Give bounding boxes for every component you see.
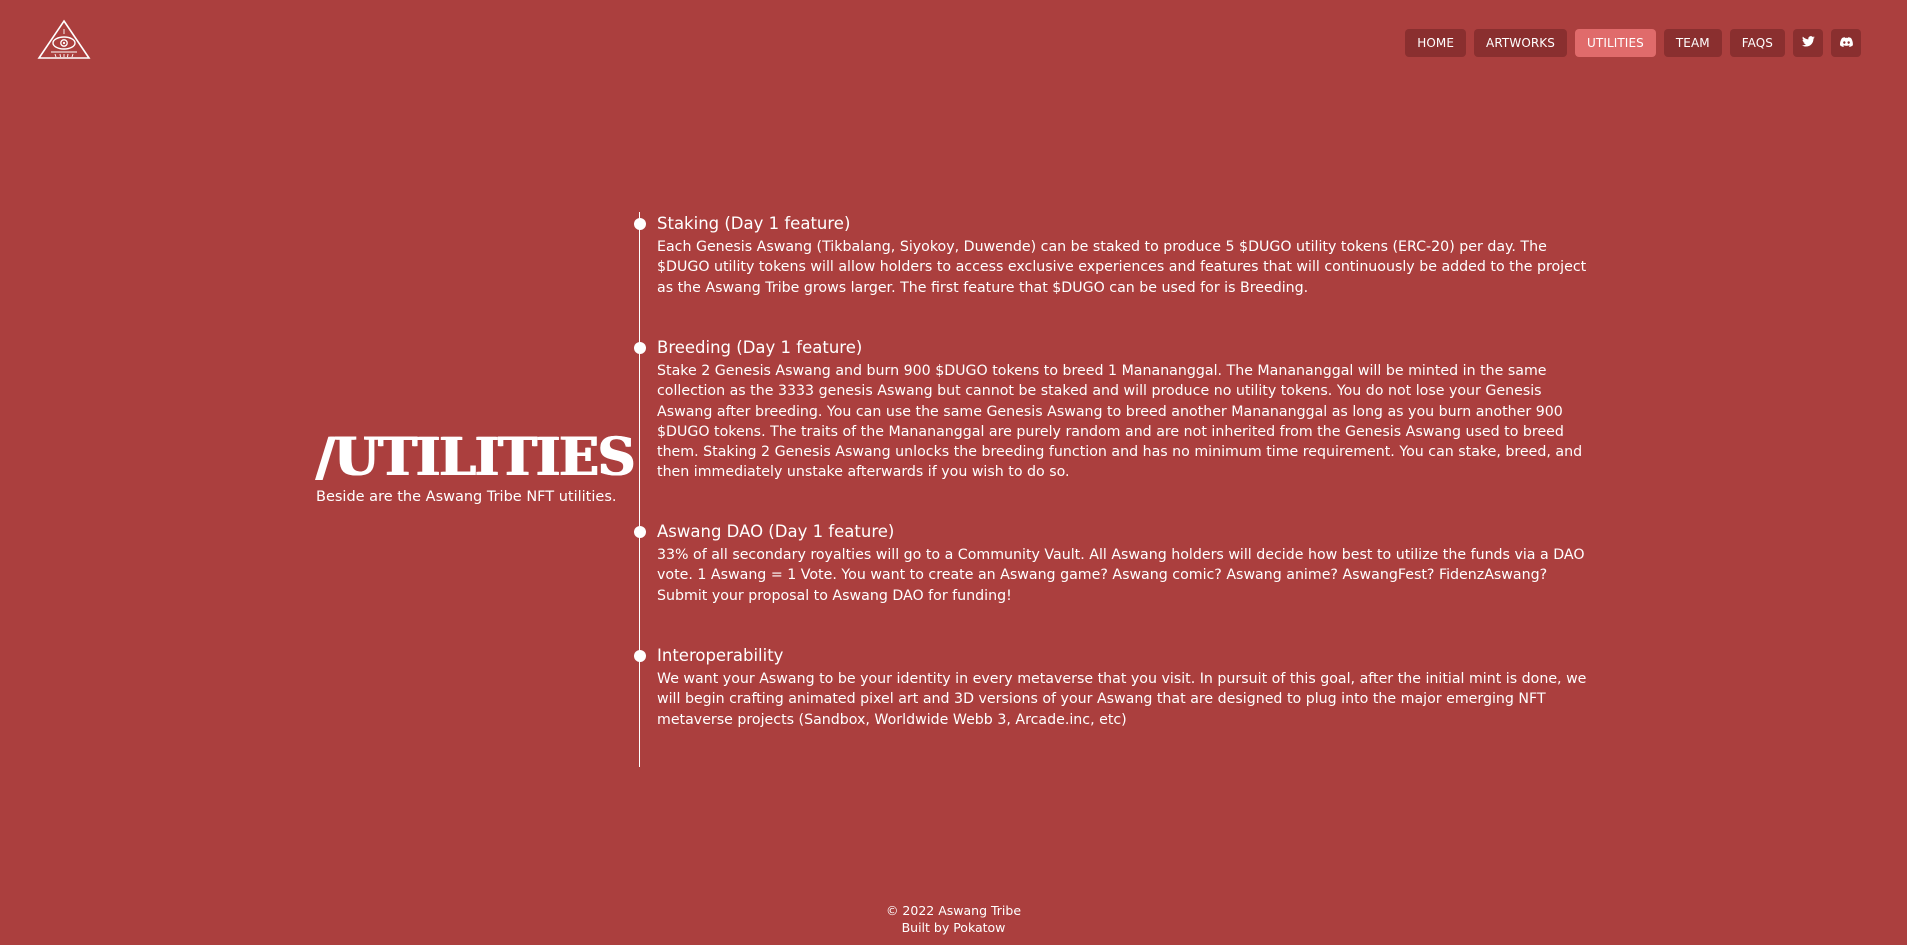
nav-faqs-button[interactable]: FAQS (1729, 29, 1785, 57)
timeline-item-text: Each Genesis Aswang (Tikbalang, Siyokoy,… (657, 239, 1587, 296)
twitter-icon (1801, 36, 1815, 50)
timeline-item-title: Interoperability (657, 646, 784, 665)
timeline-item-title: Aswang DAO (Day 1 feature) (657, 522, 895, 541)
nav-team-button[interactable]: TEAM (1663, 29, 1722, 57)
nav-home-button[interactable]: HOME (1405, 29, 1467, 57)
timeline-item-text: Stake 2 Genesis Aswang and burn 900 $DUG… (657, 363, 1583, 481)
timeline-item-interoperability: Interoperability We want your Aswang to … (634, 646, 1598, 730)
page: HOME ARTWORKS UTILITIES TEAM FAQS /UTILI… (0, 0, 1907, 945)
timeline-item-title: Staking (Day 1 feature) (657, 214, 851, 233)
page-subtitle: Beside are the Aswang Tribe NFT utilitie… (316, 489, 617, 505)
main-nav: HOME ARTWORKS UTILITIES TEAM FAQS (1405, 29, 1861, 57)
page-title: /UTILITIES (316, 427, 635, 488)
utilities-timeline: Staking (Day 1 feature) Each Genesis Asw… (634, 212, 1598, 767)
twitter-button[interactable] (1793, 29, 1823, 57)
timeline-item-staking: Staking (Day 1 feature) Each Genesis Asw… (634, 214, 1598, 298)
timeline-item-aswang-dao: Aswang DAO (Day 1 feature) 33% of all se… (634, 522, 1598, 606)
timeline-item-text: We want your Aswang to be your identity … (657, 671, 1587, 728)
discord-icon (1839, 36, 1853, 50)
footer: © 2022 Aswang Tribe Built by Pokatow (0, 903, 1907, 936)
footer-copyright: © 2022 Aswang Tribe (885, 903, 1022, 918)
timeline-item-breeding: Breeding (Day 1 feature) Stake 2 Genesis… (634, 338, 1598, 483)
all-seeing-eye-logo-icon[interactable] (37, 19, 91, 61)
timeline-item-title: Breeding (Day 1 feature) (657, 338, 863, 357)
timeline-dot (634, 342, 646, 354)
nav-utilities-button[interactable]: UTILITIES (1575, 29, 1656, 57)
utilities-heading-block: /UTILITIES Beside are the Aswang Tribe N… (316, 427, 635, 506)
timeline-dot (634, 650, 646, 662)
footer-credit: Built by Pokatow (901, 919, 1006, 935)
nav-artworks-button[interactable]: ARTWORKS (1474, 29, 1567, 57)
discord-button[interactable] (1831, 29, 1861, 57)
timeline-dot (634, 218, 646, 230)
timeline-item-text: 33% of all secondary royalties will go t… (657, 547, 1585, 604)
timeline-dot (634, 526, 646, 538)
